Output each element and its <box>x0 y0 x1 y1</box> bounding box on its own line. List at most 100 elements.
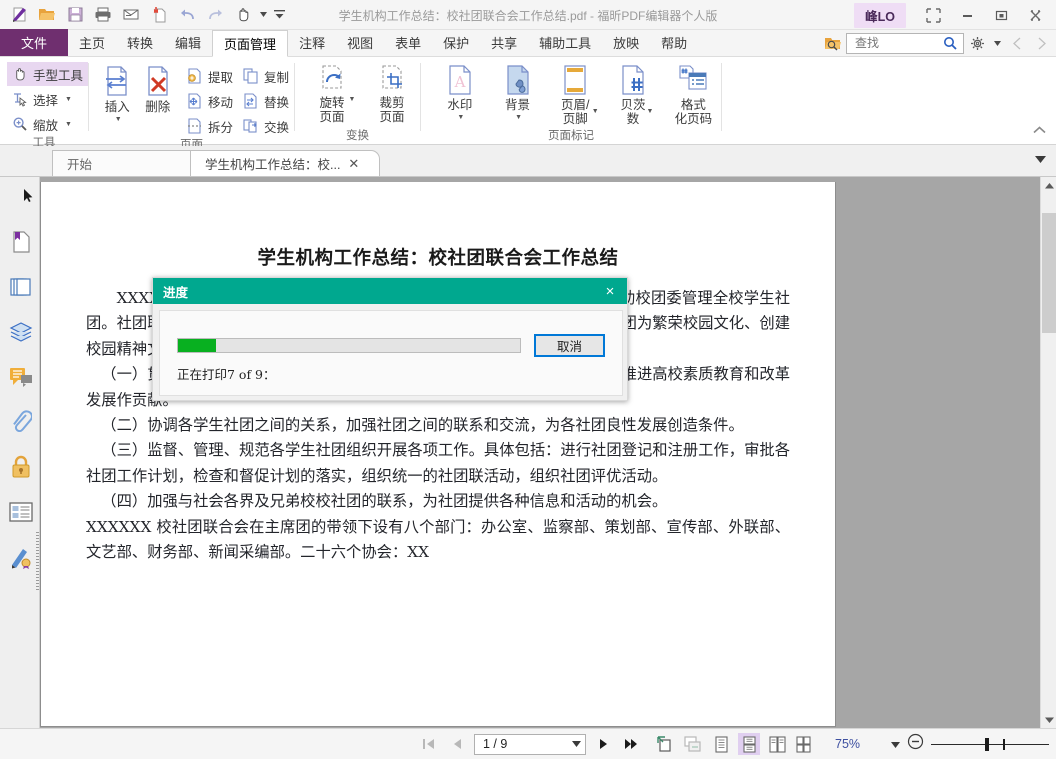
format-page-number-button[interactable]: 格式 化页码 <box>666 62 721 126</box>
hand-tool-caret-icon[interactable] <box>258 3 269 27</box>
watermark-button[interactable]: A 水印 ▼ <box>435 62 485 121</box>
next-page-button[interactable] <box>592 733 614 755</box>
menu-item-comment[interactable]: 注释 <box>288 29 336 56</box>
menu-item-view[interactable]: 视图 <box>336 29 384 56</box>
hand-tool-icon[interactable] <box>230 3 256 27</box>
zoom-dropdown-icon[interactable] <box>891 735 901 753</box>
crop-page-button[interactable]: 裁剪 页面 <box>365 62 419 124</box>
menu-item-page-manage[interactable]: 页面管理 <box>212 30 289 57</box>
insert-page-caret-icon[interactable]: ▼ <box>115 116 122 123</box>
new-from-template-icon[interactable] <box>146 3 172 27</box>
menu-item-home[interactable]: 主页 <box>68 29 116 56</box>
background-caret-icon[interactable]: ▼ <box>515 114 522 121</box>
doc-tab-active[interactable]: 学生机构工作总结：校... ✕ <box>190 150 380 176</box>
doc-tab-close-icon[interactable]: ✕ <box>348 156 359 172</box>
select-tool-button[interactable]: 选择 ▼ <box>7 87 77 111</box>
cancel-button[interactable]: 取消 <box>534 334 605 357</box>
minimize-icon[interactable] <box>950 1 984 29</box>
menu-file[interactable]: 文件 <box>0 29 68 56</box>
bookmark-icon[interactable] <box>8 229 34 255</box>
vertical-scrollbar[interactable] <box>1040 177 1056 728</box>
comments-icon[interactable] <box>8 364 34 390</box>
replace-page-button[interactable]: 替换 <box>238 89 294 113</box>
scroll-down-icon[interactable] <box>1041 711 1056 728</box>
swap-page-button[interactable]: 交换 <box>238 114 294 138</box>
close-icon[interactable] <box>1018 1 1052 29</box>
print-progress-dialog[interactable]: 进度 × 取消 正在打印7 of 9： <box>152 277 628 401</box>
two-page-view-icon[interactable] <box>766 733 788 755</box>
undo-icon[interactable] <box>174 3 200 27</box>
header-footer-button[interactable]: 页眉/页脚 ▼ <box>550 62 600 126</box>
hand-tool-button[interactable]: 手型工具 <box>7 62 89 86</box>
doc-tab-start[interactable]: 开始 <box>52 150 204 176</box>
bates-number-button[interactable]: 贝茨数 ▼ <box>608 62 658 126</box>
split-page-button[interactable]: 拆分 <box>182 114 238 138</box>
search-icon[interactable] <box>943 36 958 51</box>
fit-page-button[interactable] <box>654 733 676 755</box>
scrollbar-thumb[interactable] <box>1042 213 1056 333</box>
redo-icon[interactable] <box>202 3 228 27</box>
menu-item-convert[interactable]: 转换 <box>116 29 164 56</box>
prev-page-button[interactable] <box>446 733 468 755</box>
fullscreen-icon[interactable] <box>916 1 950 29</box>
settings-gear-icon[interactable] <box>966 32 988 54</box>
back-nav-icon[interactable] <box>1006 32 1028 54</box>
page-number-input[interactable]: 1 / 9 <box>474 733 586 755</box>
menu-item-present[interactable]: 放映 <box>602 29 650 56</box>
dialog-close-icon[interactable]: × <box>599 283 621 300</box>
move-page-button[interactable]: 移动 <box>182 89 238 113</box>
attachments-icon[interactable] <box>8 409 34 435</box>
new-document-icon[interactable] <box>6 3 32 27</box>
watermark-caret-icon[interactable]: ▼ <box>457 114 464 121</box>
search-box[interactable] <box>846 32 964 54</box>
open-folder-icon[interactable] <box>34 3 60 27</box>
fit-width-button[interactable] <box>682 733 704 755</box>
select-caret-icon[interactable]: ▼ <box>65 96 72 103</box>
zoom-slider-thumb[interactable] <box>985 737 990 751</box>
maximize-icon[interactable] <box>984 1 1018 29</box>
copy-page-button[interactable]: 复制 <box>238 64 294 88</box>
zoom-caret-icon[interactable]: ▼ <box>65 121 72 128</box>
security-lock-icon[interactable] <box>8 454 34 480</box>
customize-qat-icon[interactable] <box>271 3 287 27</box>
zoom-out-button[interactable] <box>907 733 924 755</box>
zoom-tool-button[interactable]: 缩放 ▼ <box>7 112 77 136</box>
first-page-button[interactable] <box>418 733 440 755</box>
pointer-arrow-icon[interactable] <box>24 189 33 207</box>
delete-page-button[interactable]: 删除 <box>139 62 175 114</box>
digital-signature-icon[interactable] <box>8 544 34 570</box>
background-button[interactable]: 背景 ▼ <box>493 62 543 121</box>
zoom-slider[interactable] <box>931 736 1050 753</box>
header-footer-caret-icon[interactable]: ▼ <box>592 108 599 115</box>
extract-page-button[interactable]: 提取 <box>182 64 238 88</box>
advanced-search-icon[interactable] <box>822 32 844 54</box>
email-icon[interactable] <box>118 3 144 27</box>
menu-item-help[interactable]: 帮助 <box>650 29 698 56</box>
scroll-up-icon[interactable] <box>1041 177 1056 194</box>
layers-icon[interactable] <box>8 319 34 345</box>
menu-item-share[interactable]: 共享 <box>480 29 528 56</box>
save-icon[interactable] <box>62 3 88 27</box>
search-input[interactable] <box>853 35 943 51</box>
user-account-chip[interactable]: 峰LO <box>854 2 906 28</box>
menu-item-form[interactable]: 表单 <box>384 29 432 56</box>
bates-number-caret-icon[interactable]: ▼ <box>646 108 653 115</box>
page-thumbnails-icon[interactable] <box>8 274 34 300</box>
collapse-ribbon-icon[interactable] <box>1033 125 1046 137</box>
rotate-page-button[interactable]: 旋转 页面 ▼ <box>305 62 359 124</box>
print-icon[interactable] <box>90 3 116 27</box>
forward-nav-icon[interactable] <box>1030 32 1052 54</box>
document-viewer[interactable]: 学生机构工作总结：校社团联合会工作总结 XXXXXX 校社团联合会是校团委领导下… <box>40 177 1040 728</box>
menu-item-edit[interactable]: 编辑 <box>164 29 212 56</box>
last-page-button[interactable] <box>620 733 642 755</box>
continuous-scroll-view-icon[interactable] <box>738 733 760 755</box>
insert-page-button[interactable]: 插入 ▼ <box>99 62 135 123</box>
panel-resize-handle[interactable] <box>36 532 39 592</box>
single-page-view-icon[interactable] <box>710 733 732 755</box>
settings-caret-icon[interactable] <box>990 32 1004 54</box>
fields-icon[interactable] <box>8 499 34 525</box>
page-dropdown-icon[interactable] <box>572 741 581 747</box>
tab-list-dropdown-icon[interactable] <box>1035 155 1046 165</box>
rotate-page-caret-icon[interactable]: ▼ <box>349 96 356 103</box>
two-page-continuous-view-icon[interactable] <box>794 733 816 755</box>
